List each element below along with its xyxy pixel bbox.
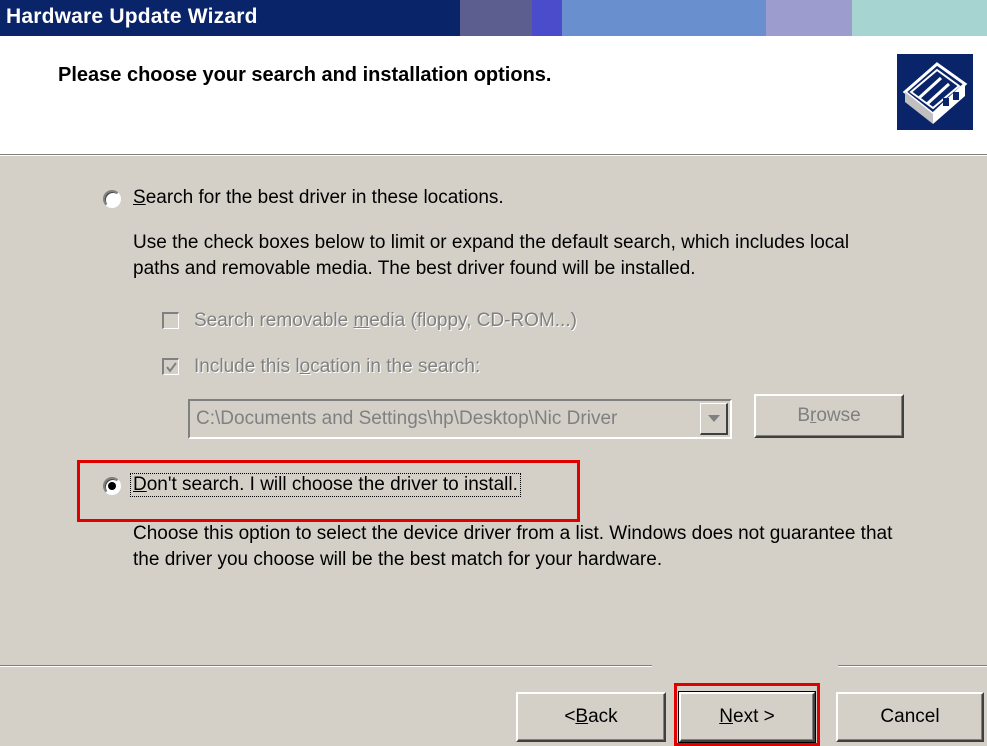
footer-divider-right-highlight <box>838 666 987 667</box>
combo-dropdown-button[interactable] <box>700 403 728 435</box>
include-location-label: Include this location in the search: <box>194 356 481 377</box>
search-radio[interactable] <box>103 190 121 208</box>
chevron-down-icon <box>708 415 720 422</box>
hardware-wizard-icon <box>897 54 973 130</box>
removable-media-checkbox[interactable] <box>162 312 179 329</box>
title-bar[interactable]: Hardware Update Wizard <box>0 0 987 36</box>
search-radio-label[interactable]: Search for the best driver in these loca… <box>133 187 504 209</box>
search-description-line2: paths and removable media. The best driv… <box>133 258 696 279</box>
footer-divider-left-highlight <box>0 666 652 667</box>
browse-button[interactable]: Br owse <box>754 394 904 438</box>
dont-search-radio[interactable] <box>103 477 121 495</box>
radio-selected-dot <box>108 482 116 490</box>
location-combo-value: C:\Documents and Settings\hp\Desktop\Nic… <box>196 408 618 429</box>
dont-search-description-line1: Choose this option to select the device … <box>133 523 893 544</box>
cancel-button[interactable]: Cancel <box>836 692 984 742</box>
checkmark-icon <box>166 362 177 373</box>
location-combo[interactable]: C:\Documents and Settings\hp\Desktop\Nic… <box>188 399 732 439</box>
wizard-header: Please choose your search and installati… <box>0 36 987 154</box>
dont-search-radio-label[interactable]: Don't search. I will choose the driver t… <box>130 473 521 497</box>
window-title: Hardware Update Wizard <box>6 5 258 28</box>
back-button[interactable]: < Back <box>516 692 666 742</box>
include-location-checkbox[interactable] <box>162 358 179 375</box>
header-divider-highlight <box>0 155 987 156</box>
dont-search-description-line2: the driver you choose will be the best m… <box>133 549 663 570</box>
next-button[interactable]: Next > <box>678 691 816 743</box>
page-title: Please choose your search and installati… <box>58 64 552 86</box>
removable-media-label: Search removable media (floppy, CD-ROM..… <box>194 310 577 331</box>
search-description-line1: Use the check boxes below to limit or ex… <box>133 232 850 253</box>
